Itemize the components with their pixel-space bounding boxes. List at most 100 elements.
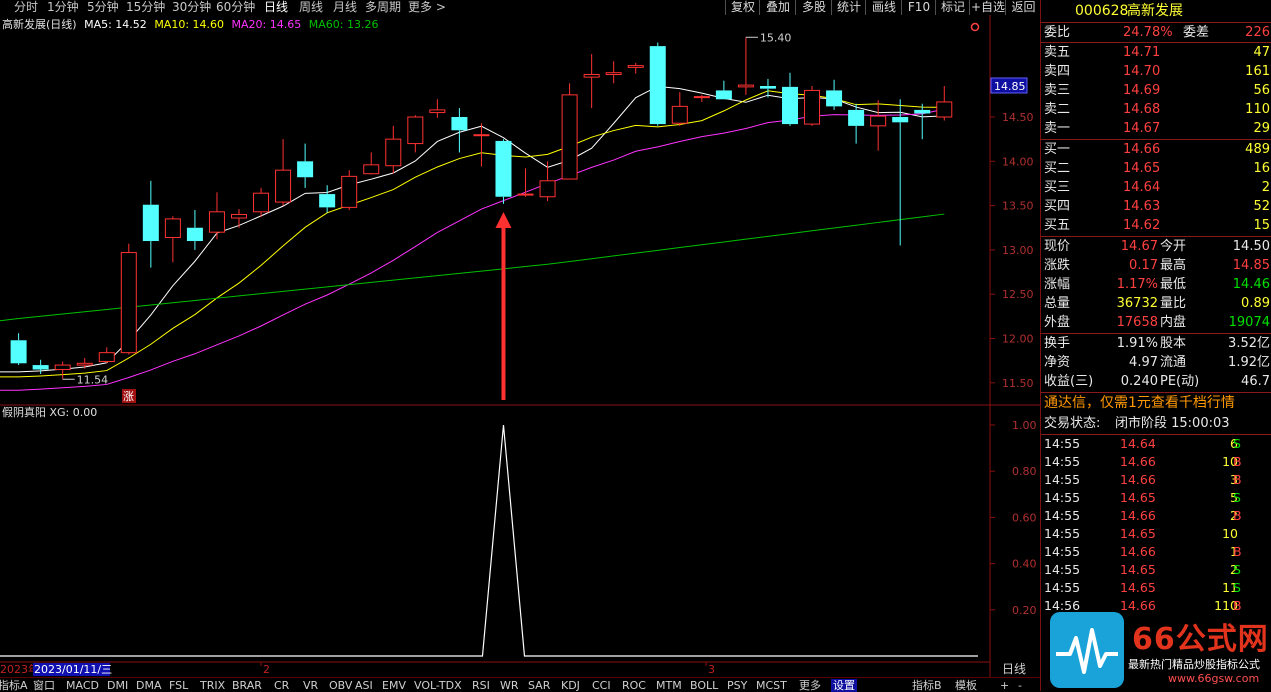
indicator-tab[interactable]: CCI: [592, 679, 611, 692]
promo-banner[interactable]: 通达信，仅需1元查看千档行情: [1041, 394, 1271, 413]
candle[interactable]: [319, 185, 336, 213]
candle[interactable]: [936, 85, 953, 121]
toolbar-button[interactable]: F10: [901, 0, 936, 15]
indicator-tab[interactable]: 设置: [831, 679, 857, 692]
candle[interactable]: [782, 72, 798, 126]
bid-row[interactable]: 买三 14.64 2: [1041, 178, 1271, 197]
kline-chart[interactable]: 14.50 14.00 13.50 13.00 12.50 12.00 11.50 14.85…: [0, 15, 1040, 677]
toolbar-button[interactable]: +自选: [969, 0, 1006, 15]
period-tab[interactable]: 月线: [333, 0, 357, 15]
indicator-tab[interactable]: RSI: [472, 679, 490, 692]
indicator-tab[interactable]: BRAR: [232, 679, 262, 692]
candle[interactable]: [208, 192, 225, 240]
candle[interactable]: [98, 347, 115, 364]
ask-row[interactable]: 卖三 14.69 56: [1041, 81, 1271, 100]
candle[interactable]: [385, 125, 402, 174]
ask-row[interactable]: 卖四 14.70 161: [1041, 62, 1271, 81]
bid-row[interactable]: 买四 14.63 52: [1041, 197, 1271, 216]
toolbar-button[interactable]: 标记: [935, 0, 970, 15]
toolbar-button[interactable]: 画线: [865, 0, 902, 15]
candle[interactable]: [561, 83, 578, 180]
candle[interactable]: [495, 139, 512, 204]
candle[interactable]: [32, 359, 49, 374]
indicator-tab[interactable]: +: [1000, 679, 1009, 692]
indicator-tab[interactable]: FSL: [169, 679, 188, 692]
indicator-tab[interactable]: 指标A: [0, 679, 28, 692]
toolbar-button[interactable]: 叠加: [759, 0, 796, 15]
candle[interactable]: [892, 99, 909, 246]
indicator-tab[interactable]: MTM: [656, 679, 682, 692]
candle[interactable]: [517, 168, 534, 197]
candle[interactable]: [848, 103, 865, 144]
period-tab[interactable]: 60分钟: [216, 0, 255, 15]
candle[interactable]: [142, 180, 159, 268]
candle[interactable]: [649, 42, 666, 126]
indicator-tab[interactable]: 更多: [799, 679, 821, 692]
candle[interactable]: [164, 216, 181, 263]
indicator-tab[interactable]: KDJ: [561, 679, 580, 692]
period-tab[interactable]: 周线: [299, 0, 323, 15]
indicator-tab[interactable]: 窗口: [33, 679, 55, 692]
indicator-tab[interactable]: WR: [500, 679, 519, 692]
period-tab[interactable]: 日线: [264, 0, 288, 15]
candle[interactable]: [54, 361, 71, 380]
period-tab[interactable]: 分时: [14, 0, 38, 15]
indicator-tab[interactable]: EMV: [382, 679, 406, 692]
candle[interactable]: [539, 161, 556, 202]
toolbar-button[interactable]: 复权: [725, 0, 760, 15]
candle[interactable]: [605, 61, 622, 84]
candle[interactable]: [759, 78, 776, 98]
candle[interactable]: [715, 80, 732, 100]
toolbar-button[interactable]: 统计: [831, 0, 866, 15]
toolbar-button[interactable]: 返回: [1005, 0, 1041, 15]
indicator-tab[interactable]: 模板: [955, 679, 977, 692]
period-tab[interactable]: 更多 >: [408, 0, 446, 15]
candle[interactable]: [870, 100, 887, 151]
candle[interactable]: [76, 357, 93, 369]
indicator-tab[interactable]: VR: [303, 679, 318, 692]
indicator-tab[interactable]: -: [1018, 679, 1022, 692]
indicator-tab[interactable]: VOL-TDX: [414, 679, 462, 692]
period-tab[interactable]: 30分钟: [172, 0, 211, 15]
period-tab[interactable]: 1分钟: [47, 0, 79, 15]
ask-row[interactable]: 卖二 14.68 110: [1041, 100, 1271, 119]
candle[interactable]: [429, 99, 446, 118]
candle[interactable]: [693, 94, 710, 102]
indicator-tab[interactable]: MCST: [756, 679, 787, 692]
indicator-tab[interactable]: BOLL: [690, 679, 718, 692]
bid-row[interactable]: 买一 14.66 489: [1041, 140, 1271, 159]
candle[interactable]: [341, 170, 358, 211]
period-tab[interactable]: 5分钟: [87, 0, 119, 15]
indicator-tab[interactable]: CR: [274, 679, 289, 692]
ask-row[interactable]: 卖一 14.67 29: [1041, 119, 1271, 138]
candle[interactable]: [671, 92, 688, 126]
bid-row[interactable]: 买五 14.62 15: [1041, 216, 1271, 235]
candle[interactable]: [297, 143, 314, 188]
period-tab[interactable]: 多周期: [365, 0, 401, 15]
candle[interactable]: [253, 187, 270, 218]
candle[interactable]: [473, 123, 490, 167]
candle[interactable]: [10, 333, 27, 366]
indicator-tab[interactable]: DMI: [107, 679, 128, 692]
indicator-tab[interactable]: ROC: [622, 679, 646, 692]
ask-row[interactable]: 卖五 14.71 47: [1041, 43, 1271, 62]
candle[interactable]: [583, 54, 600, 109]
bid-row[interactable]: 买二 14.65 16: [1041, 159, 1271, 178]
candle[interactable]: [737, 37, 754, 95]
indicator-tab[interactable]: SAR: [528, 679, 550, 692]
candle[interactable]: [914, 103, 931, 140]
legend-settings-icon[interactable]: [970, 21, 980, 32]
candle[interactable]: [120, 243, 137, 355]
candle[interactable]: [275, 139, 292, 206]
period-tab[interactable]: 15分钟: [126, 0, 165, 15]
candle[interactable]: [231, 209, 247, 228]
indicator-tab[interactable]: OBV: [329, 679, 352, 692]
candle[interactable]: [186, 210, 203, 250]
toolbar-button[interactable]: 多股: [795, 0, 832, 15]
candle[interactable]: [804, 85, 821, 126]
indicator-tab[interactable]: DMA: [136, 679, 162, 692]
candle[interactable]: [627, 62, 644, 74]
indicator-tab[interactable]: PSY: [727, 679, 747, 692]
candle[interactable]: [407, 115, 424, 153]
indicator-tab[interactable]: MACD: [66, 679, 99, 692]
